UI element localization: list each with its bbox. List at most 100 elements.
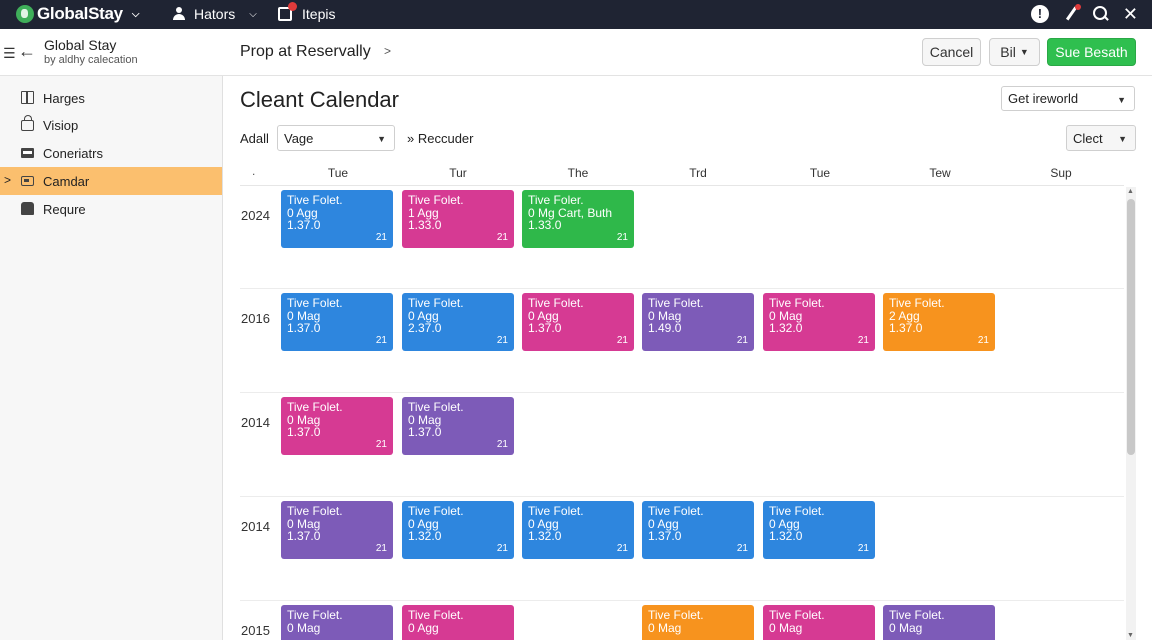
booking-card[interactable]: Tive Folet. 0 Agg: [402, 605, 514, 640]
card-line-l3: 1.33.0: [408, 218, 442, 232]
filter-select[interactable]: Vage ▼: [277, 125, 395, 151]
card-icon: [21, 148, 34, 158]
booking-card[interactable]: Tive Folet. 0 Mag: [883, 605, 995, 640]
close-icon[interactable]: ✕: [1123, 5, 1138, 23]
vertical-scrollbar[interactable]: ▲ ▼: [1126, 187, 1136, 640]
lock-icon: [21, 115, 34, 131]
booking-card[interactable]: Tive Folet. 0 Agg 1.37.0 21: [642, 501, 754, 559]
booking-card[interactable]: Tive Foler. 0 Mg Cart, Buth 1.33.0 21: [522, 190, 634, 248]
card-line-l1: Tive Folet.: [648, 608, 704, 622]
breadcrumb-arrow-icon[interactable]: ˃: [384, 44, 391, 58]
cancel-button[interactable]: Cancel: [922, 38, 981, 66]
nav-hators[interactable]: Hators ⌵: [172, 3, 257, 25]
sidebar-item-requre[interactable]: Requre: [0, 195, 222, 223]
scroll-thumb[interactable]: [1127, 199, 1135, 455]
sidebar-item-coneriatrs[interactable]: Coneriatrs: [0, 139, 222, 167]
booking-card[interactable]: Tive Folet. 0 Agg 1.32.0 21: [522, 501, 634, 559]
booking-card[interactable]: Tive Folet. 0 Mag: [281, 605, 393, 640]
app-title: Global Stay: [44, 37, 117, 53]
card-count: 21: [496, 231, 508, 243]
card-line-l3: 1.32.0: [769, 529, 803, 543]
filter-label: Adall: [240, 131, 269, 146]
card-count: 21: [736, 542, 748, 554]
booking-card[interactable]: Tive Folet. 0 Mag 1.37.0 21: [402, 397, 514, 455]
booking-card[interactable]: Tive Folet. 0 Mag 1.37.0 21: [281, 293, 393, 351]
card-count: 21: [375, 334, 387, 346]
pen-icon[interactable]: [1063, 4, 1081, 22]
booking-card[interactable]: Tive Folet. 0 Agg 1.37.0 21: [522, 293, 634, 351]
row-divider: [240, 600, 1124, 601]
filter-select-value: Vage: [284, 130, 314, 146]
card-count: 21: [616, 542, 628, 554]
day-header: The: [567, 166, 589, 180]
chevron-down-icon[interactable]: ⌵: [132, 9, 140, 20]
booking-card[interactable]: Tive Folet. 0 Agg 1.37.0 21: [281, 190, 393, 248]
card-count: 21: [616, 231, 628, 243]
booking-card[interactable]: Tive Folet. 0 Mag: [763, 605, 875, 640]
card-line-l3: 1.49.0: [648, 321, 682, 335]
scroll-up-icon[interactable]: ▲: [1127, 188, 1134, 195]
bill-button[interactable]: Bil ▼: [989, 38, 1040, 66]
card-line-l1: Tive Folet.: [287, 193, 343, 207]
header-divider: [240, 185, 1124, 186]
reccuder-link[interactable]: » Reccuder: [407, 131, 473, 146]
clect-select[interactable]: Clect ▼: [1066, 125, 1136, 151]
top-bar: GlobalStay ⌵ Hators ⌵ Itepis ! ✕: [0, 0, 1152, 29]
booking-card[interactable]: Tive Folet. 0 Mag 1.37.0 21: [281, 501, 393, 559]
booking-card[interactable]: Tive Folet. 0 Mag 1.37.0 21: [281, 397, 393, 455]
booking-card[interactable]: Tive Folet. 0 Agg 2.37.0 21: [402, 293, 514, 351]
day-header: Tue: [809, 166, 831, 180]
row-label: 2014: [241, 519, 270, 534]
card-count: 21: [857, 542, 869, 554]
nav-itepis[interactable]: Itepis: [278, 2, 335, 25]
row-label: 2014: [241, 415, 270, 430]
row-divider: [240, 496, 1124, 497]
card-count: 21: [375, 231, 387, 243]
day-header: Tew: [929, 166, 951, 180]
card-count: 21: [496, 542, 508, 554]
card-line-l3: 1.32.0: [528, 529, 562, 543]
card-line-l3: 1.37.0: [528, 321, 562, 335]
breadcrumb[interactable]: Prop at Reservally: [240, 43, 371, 61]
card-line-l3: 1.32.0: [769, 321, 803, 335]
sidebar-item-label: Harges: [43, 91, 85, 106]
sidebar-item-label: Visiop: [43, 118, 79, 133]
sidebar-item-label: Requre: [43, 202, 86, 217]
day-header: Sup: [1050, 166, 1072, 180]
scroll-down-icon[interactable]: ▼: [1127, 632, 1134, 639]
booking-card[interactable]: Tive Folet. 0 Agg 1.32.0 21: [763, 501, 875, 559]
booking-card[interactable]: Tive Folet. 0 Mag: [642, 605, 754, 640]
card-line-l1: Tive Folet.: [648, 504, 704, 518]
card-line-l1: Tive Folet.: [287, 504, 343, 518]
calendar-icon: [21, 176, 34, 186]
search-icon[interactable]: [1092, 6, 1109, 22]
card-line-l1: Tive Folet.: [408, 193, 464, 207]
sidebar-item-harges[interactable]: Harges: [0, 84, 222, 112]
card-count: 21: [857, 334, 869, 346]
menu-icon[interactable]: ☰: [3, 45, 16, 62]
view-select[interactable]: Get ireworld ▼: [1001, 86, 1135, 111]
booking-card[interactable]: Tive Folet. 0 Agg 1.32.0 21: [402, 501, 514, 559]
booking-card[interactable]: Tive Folet. 1 Agg 1.33.0 21: [402, 190, 514, 248]
booking-card[interactable]: Tive Folet. 0 Mag 1.49.0 21: [642, 293, 754, 351]
row-divider: [240, 288, 1124, 289]
card-line-l1: Tive Folet.: [287, 296, 343, 310]
booking-card[interactable]: Tive Folet. 0 Mag 1.32.0 21: [763, 293, 875, 351]
card-line-l1: Tive Folet.: [287, 400, 343, 414]
page-title: Cleant Calendar: [240, 87, 399, 112]
back-arrow-icon[interactable]: ←: [18, 41, 36, 62]
primary-action-button[interactable]: Sue Besath: [1047, 38, 1136, 66]
card-line-l1: Tive Folet.: [648, 296, 704, 310]
card-line-l3: 1.37.0: [287, 425, 321, 439]
brand[interactable]: GlobalStay ⌵: [16, 2, 139, 26]
card-line-l3: 2.37.0: [408, 321, 442, 335]
row-label: 2024: [241, 208, 270, 223]
sidebar-item-camdar[interactable]: ˃ Camdar: [0, 167, 222, 195]
info-icon[interactable]: !: [1030, 5, 1049, 23]
card-line-l1: Tive Folet.: [408, 296, 464, 310]
card-line-l2: 0 Mag: [287, 620, 321, 635]
sidebar-item-visiop[interactable]: Visiop: [0, 111, 222, 139]
row-label: 2016: [241, 311, 270, 326]
booking-card[interactable]: Tive Folet. 2 Agg 1.37.0 21: [883, 293, 995, 351]
card-line-l3: 1.37.0: [408, 425, 442, 439]
